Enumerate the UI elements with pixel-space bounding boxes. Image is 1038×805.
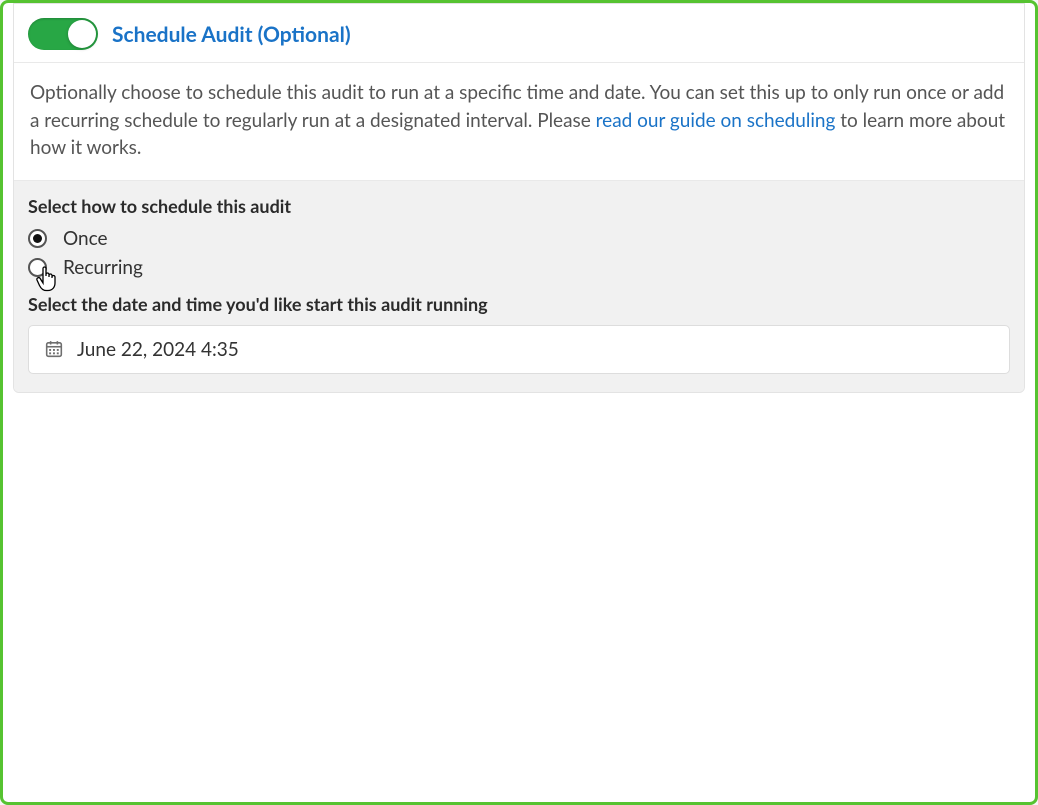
- schedule-toggle[interactable]: [28, 18, 98, 50]
- toggle-knob: [68, 20, 96, 48]
- radio-row-recurring[interactable]: Recurring: [28, 256, 1010, 279]
- datetime-input[interactable]: June 22, 2024 4:35: [28, 325, 1010, 374]
- radio-recurring-label: Recurring: [63, 256, 143, 279]
- schedule-audit-panel: Schedule Audit (Optional) Optionally cho…: [13, 3, 1025, 393]
- radio-recurring[interactable]: [28, 258, 47, 277]
- schedule-form: Select how to schedule this audit Once R…: [14, 181, 1024, 392]
- datetime-value: June 22, 2024 4:35: [77, 338, 239, 361]
- calendar-icon: [45, 340, 63, 358]
- datetime-label: Select the date and time you'd like star…: [28, 293, 1010, 315]
- radio-row-once[interactable]: Once: [28, 227, 1010, 250]
- schedule-type-radio-group: Once Recurring: [28, 227, 1010, 279]
- panel-description: Optionally choose to schedule this audit…: [14, 63, 1024, 181]
- radio-once[interactable]: [28, 229, 47, 248]
- radio-once-label: Once: [63, 227, 108, 250]
- schedule-type-label: Select how to schedule this audit: [28, 195, 1010, 217]
- panel-header: Schedule Audit (Optional): [14, 4, 1024, 63]
- panel-title: Schedule Audit (Optional): [112, 22, 351, 47]
- app-frame: Schedule Audit (Optional) Optionally cho…: [0, 0, 1038, 805]
- scheduling-guide-link[interactable]: read our guide on scheduling: [596, 109, 836, 132]
